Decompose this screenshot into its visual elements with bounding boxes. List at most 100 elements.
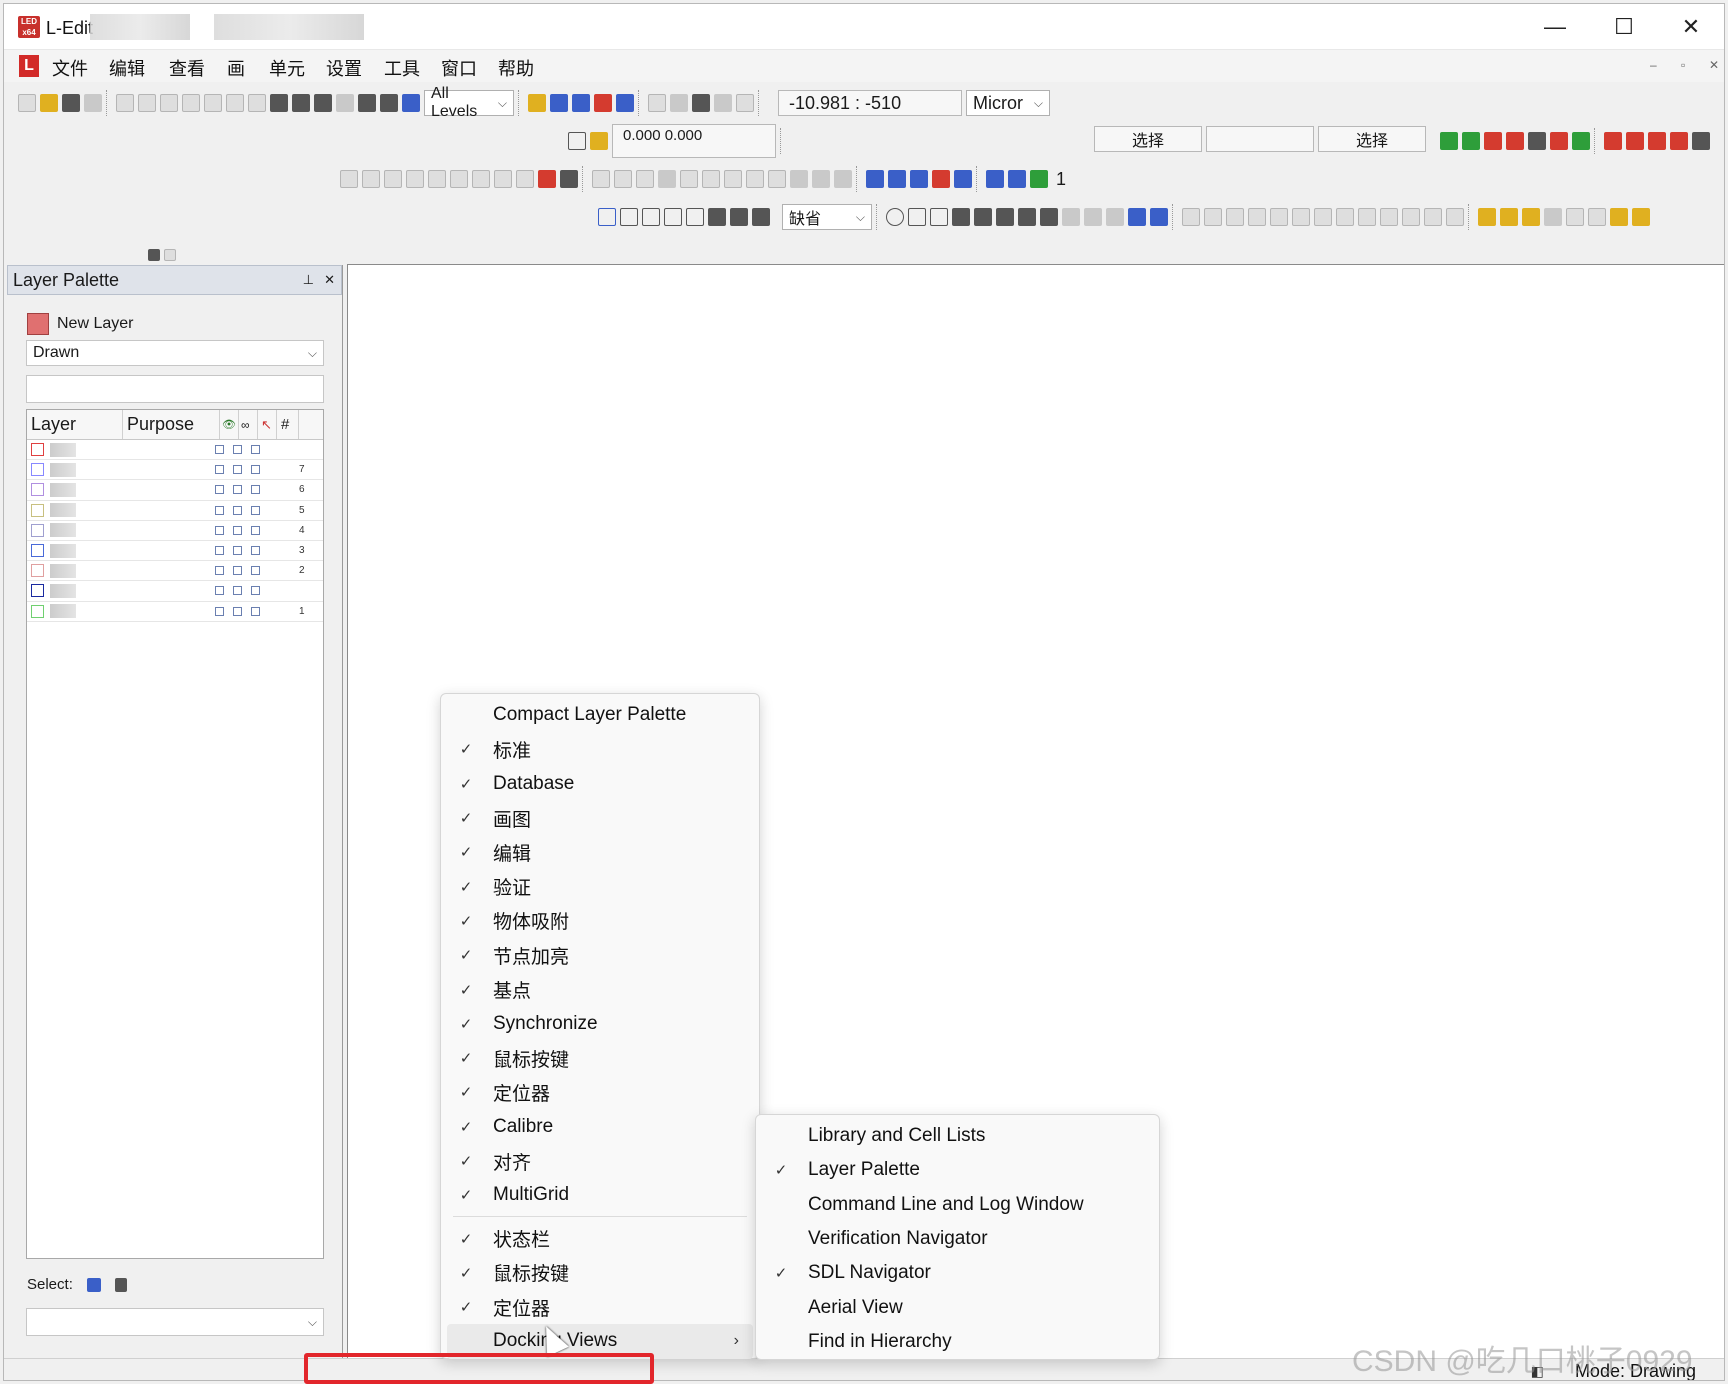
lock-checkbox[interactable] xyxy=(233,586,242,596)
save-all-icon[interactable] xyxy=(62,94,80,112)
docking-submenu-item[interactable]: ✓ SDL Navigator xyxy=(756,1256,1159,1290)
menu-draw[interactable]: 画 xyxy=(227,55,245,81)
merge-icon[interactable] xyxy=(428,170,446,188)
snap-vertex-icon[interactable] xyxy=(866,170,884,188)
toolbar-menu-item[interactable]: ✓ 画图 xyxy=(441,801,759,835)
drc-setup-icon[interactable] xyxy=(1506,132,1524,150)
instance-tool-icon[interactable] xyxy=(1128,208,1146,226)
new-cell-icon[interactable] xyxy=(550,94,568,112)
slice-icon[interactable] xyxy=(450,170,468,188)
text-icon[interactable] xyxy=(1040,208,1058,226)
ruler-tool-icon[interactable] xyxy=(1062,208,1080,226)
visible-checkbox[interactable] xyxy=(215,606,224,616)
verify-icon[interactable] xyxy=(1572,132,1590,150)
gear-icon[interactable] xyxy=(658,170,676,188)
layer-color-swatch[interactable] xyxy=(27,313,49,335)
box-tool-icon[interactable] xyxy=(620,208,638,226)
lock-column-icon[interactable]: ∞ xyxy=(239,410,258,439)
selectable-checkbox[interactable] xyxy=(251,485,260,495)
node-icon[interactable] xyxy=(1478,208,1496,226)
layer-color-swatch[interactable] xyxy=(31,604,44,618)
calibre-setup-icon[interactable] xyxy=(1670,132,1688,150)
layer-row[interactable] xyxy=(27,440,323,461)
toolbar-menu-item[interactable]: ✓ MultiGrid xyxy=(441,1178,759,1212)
mdi-close-button[interactable]: ✕ xyxy=(1709,58,1719,72)
toolbar-menu-item[interactable]: ✓ Database xyxy=(441,767,759,801)
close-button[interactable]: ✕ xyxy=(1666,12,1716,44)
drc-box-icon[interactable] xyxy=(1484,132,1502,150)
pin-icon[interactable] xyxy=(1610,208,1628,226)
docking-submenu-item[interactable]: Aerial View xyxy=(756,1290,1159,1324)
select-edit-icon[interactable] xyxy=(340,170,358,188)
select-port-icon[interactable] xyxy=(114,1277,127,1292)
visible-checkbox[interactable] xyxy=(215,546,224,556)
open-cell-icon[interactable] xyxy=(528,94,546,112)
highlight-net-icon[interactable] xyxy=(1008,170,1026,188)
rotate-icon[interactable] xyxy=(362,170,380,188)
visible-checkbox[interactable] xyxy=(215,525,224,535)
layer-color-swatch[interactable] xyxy=(31,584,44,598)
lock-checkbox[interactable] xyxy=(233,465,242,475)
distribute-h-icon[interactable] xyxy=(746,170,764,188)
column-purpose[interactable]: Purpose xyxy=(123,410,220,439)
curve-ruler-icon[interactable] xyxy=(1106,208,1124,226)
instance-icon[interactable] xyxy=(572,94,590,112)
select-button-1[interactable]: 选择 xyxy=(1094,126,1202,152)
undo-icon[interactable] xyxy=(182,94,200,112)
toolbar-menu-item[interactable]: ✓ 对齐 xyxy=(441,1144,759,1178)
ungroup-icon[interactable] xyxy=(248,94,266,112)
layer-filter-combo[interactable]: Drawn ⌵ xyxy=(26,340,324,366)
pan-icon[interactable] xyxy=(336,94,354,112)
offset-tool-icon[interactable] xyxy=(1358,208,1376,226)
port-icon[interactable] xyxy=(952,208,970,226)
replace-icon[interactable] xyxy=(314,94,332,112)
snap-grid-icon[interactable] xyxy=(954,170,972,188)
menu-help[interactable]: 帮助 xyxy=(498,55,534,81)
menu-view[interactable]: 查看 xyxy=(169,55,205,81)
pie-icon[interactable] xyxy=(908,208,926,226)
pointer-icon[interactable] xyxy=(598,208,616,226)
align-top-icon[interactable] xyxy=(680,170,698,188)
snap-point-icon[interactable] xyxy=(590,132,608,150)
visible-checkbox[interactable] xyxy=(215,465,224,475)
triangle-icon[interactable] xyxy=(686,208,704,226)
selectable-checkbox[interactable] xyxy=(251,505,260,515)
trace-icon[interactable] xyxy=(1632,208,1650,226)
stretch-icon[interactable] xyxy=(1336,208,1354,226)
zoom-icon[interactable] xyxy=(380,94,398,112)
docking-submenu-item[interactable]: Find in Hierarchy xyxy=(756,1325,1159,1359)
torus-icon[interactable] xyxy=(930,208,948,226)
selectable-checkbox[interactable] xyxy=(251,546,260,556)
menu-tools[interactable]: 工具 xyxy=(384,55,420,81)
move-icon[interactable] xyxy=(516,170,534,188)
chamfer-icon[interactable] xyxy=(1270,208,1288,226)
lock-checkbox[interactable] xyxy=(233,546,242,556)
menu-item-docking-views[interactable]: Docking Views › xyxy=(447,1324,753,1359)
layer-row[interactable]: 1 xyxy=(27,602,323,622)
layer-row[interactable]: 6 xyxy=(27,480,323,501)
save-view-icon[interactable] xyxy=(670,94,688,112)
layer-row[interactable] xyxy=(27,581,323,602)
toolbar-menu-item[interactable]: ✓ 定位器 xyxy=(441,1075,759,1109)
lock-checkbox[interactable] xyxy=(233,566,242,576)
visible-checkbox[interactable] xyxy=(215,586,224,596)
toolbar-menu-item[interactable]: ✓ 节点加亮 xyxy=(441,938,759,972)
marker-icon[interactable] xyxy=(1550,132,1568,150)
layer-color-swatch[interactable] xyxy=(31,443,44,457)
library-icon[interactable] xyxy=(616,94,634,112)
mdi-minimize-button[interactable]: – xyxy=(1650,58,1657,72)
toolbar-menu-item[interactable]: Compact Layer Palette xyxy=(441,698,759,732)
diagonal-ruler-icon[interactable] xyxy=(1084,208,1102,226)
same-height-icon[interactable] xyxy=(812,170,830,188)
port-ruler-icon[interactable] xyxy=(1018,208,1036,226)
lock-checkbox[interactable] xyxy=(233,525,242,535)
close-icon[interactable]: ✕ xyxy=(324,272,335,288)
lvs-icon[interactable] xyxy=(1626,132,1644,150)
layer-color-swatch[interactable] xyxy=(31,564,44,578)
align-middle-icon[interactable] xyxy=(702,170,720,188)
layer-color-swatch[interactable] xyxy=(31,523,44,537)
layer-color-swatch[interactable] xyxy=(31,503,44,517)
new-layer-row[interactable]: New Layer xyxy=(27,313,133,335)
visible-checkbox[interactable] xyxy=(215,505,224,515)
wire-icon[interactable] xyxy=(708,208,726,226)
